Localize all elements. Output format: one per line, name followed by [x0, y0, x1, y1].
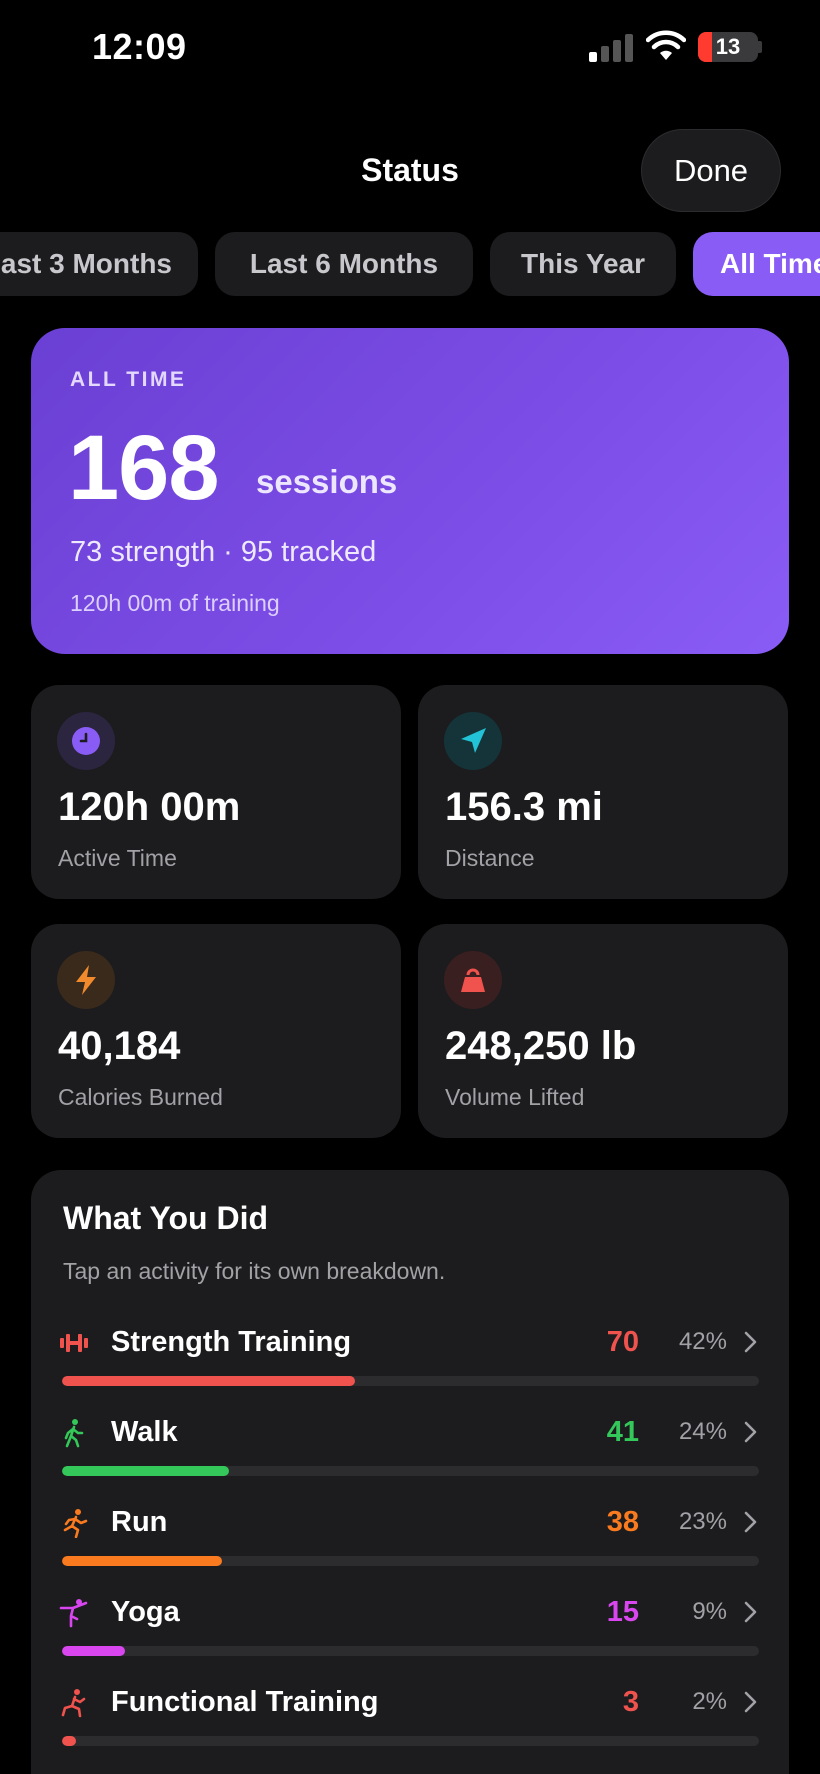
activity-count: 38 [606, 1506, 639, 1538]
panel-subtitle: Tap an activity for its own breakdown. [63, 1258, 446, 1284]
activity-progress-track [62, 1646, 759, 1656]
done-button[interactable]: Done [641, 129, 781, 212]
activity-row-run[interactable]: Run 38 23% [31, 1494, 789, 1584]
stat-value: 248,250 lb [445, 1024, 637, 1068]
activity-progress-fill [62, 1376, 355, 1386]
volume-card: 248,250 lb Volume Lifted [418, 924, 788, 1138]
chevron-right-icon [744, 1601, 757, 1623]
summary-period-label: ALL TIME [70, 368, 187, 391]
segment-all-time[interactable]: All Time [693, 232, 820, 296]
sessions-count: 168 [68, 417, 219, 519]
stat-caption: Volume Lifted [445, 1084, 585, 1110]
what-you-did-panel: What You Did Tap an activity for its own… [31, 1170, 789, 1774]
active-time-card: 120h 00m Active Time [31, 685, 401, 899]
chevron-right-icon [744, 1421, 757, 1443]
activity-progress-fill [62, 1646, 125, 1656]
wifi-icon [646, 30, 686, 60]
stat-value: 40,184 [58, 1024, 181, 1068]
stat-caption: Calories Burned [58, 1084, 223, 1110]
activity-progress-track [62, 1376, 759, 1386]
sessions-unit: sessions [256, 463, 398, 500]
battery-icon: 13 [698, 32, 758, 62]
training-time: 120h 00m of training [70, 590, 280, 616]
activity-count: 41 [606, 1416, 639, 1448]
kettlebell-icon [444, 951, 502, 1009]
panel-title: What You Did [63, 1200, 269, 1236]
activity-count: 3 [622, 1686, 639, 1718]
activity-progress-fill [62, 1556, 223, 1566]
activity-row-strength-training[interactable]: Strength Training 70 42% [31, 1314, 789, 1404]
activity-progress-fill [62, 1466, 230, 1476]
chevron-right-icon [744, 1511, 757, 1533]
activity-percent: 24% [678, 1418, 727, 1445]
stat-caption: Distance [445, 845, 535, 871]
yoga-icon [59, 1599, 88, 1628]
clock-icon [57, 712, 115, 770]
activity-count: 15 [606, 1596, 639, 1628]
activity-name: Functional Training [111, 1686, 379, 1718]
all-time-summary-card: ALL TIME 168 sessions 73 strength · 95 t… [31, 328, 789, 654]
segment-last-3-months[interactable]: Last 3 Months [0, 232, 198, 296]
segment-this-year[interactable]: This Year [490, 232, 676, 296]
activity-count: 70 [606, 1326, 639, 1358]
activity-name: Run [111, 1506, 168, 1538]
location-arrow-icon [444, 712, 502, 770]
activity-row-yoga[interactable]: Yoga 15 9% [31, 1584, 789, 1674]
activity-row-functional-training[interactable]: Functional Training 3 2% [31, 1674, 789, 1764]
activity-progress-track [62, 1736, 759, 1746]
run-icon [63, 1509, 88, 1538]
activity-progress-track [62, 1466, 759, 1476]
activity-percent: 9% [692, 1598, 727, 1625]
distance-card: 156.3 mi Distance [418, 685, 788, 899]
cellular-signal-icon [589, 32, 633, 62]
chevron-right-icon [744, 1331, 757, 1353]
activity-percent: 42% [678, 1328, 727, 1355]
activity-name: Yoga [111, 1596, 180, 1628]
dumbbell-icon [60, 1334, 88, 1352]
stat-value: 156.3 mi [445, 785, 603, 829]
bolt-icon [57, 951, 115, 1009]
status-bar: 12:09 13 [0, 0, 820, 100]
battery-level: 13 [715, 34, 741, 59]
status-time: 12:09 [92, 26, 187, 67]
segment-last-6-months[interactable]: Last 6 Months [215, 232, 473, 296]
activity-percent: 23% [678, 1508, 727, 1535]
chevron-right-icon [744, 1691, 757, 1713]
activity-name: Strength Training [111, 1326, 352, 1358]
stat-value: 120h 00m [58, 785, 241, 829]
activity-percent: 2% [692, 1688, 727, 1715]
sessions-breakdown: 73 strength · 95 tracked [70, 536, 377, 568]
walk-icon [64, 1419, 84, 1448]
calories-card: 40,184 Calories Burned [31, 924, 401, 1138]
activity-name: Walk [111, 1416, 178, 1448]
activity-progress-track [62, 1556, 759, 1566]
stat-caption: Active Time [58, 845, 177, 871]
functional-training-icon [61, 1689, 86, 1718]
activity-row-walk[interactable]: Walk 41 24% [31, 1404, 789, 1494]
activity-progress-fill [62, 1736, 76, 1746]
